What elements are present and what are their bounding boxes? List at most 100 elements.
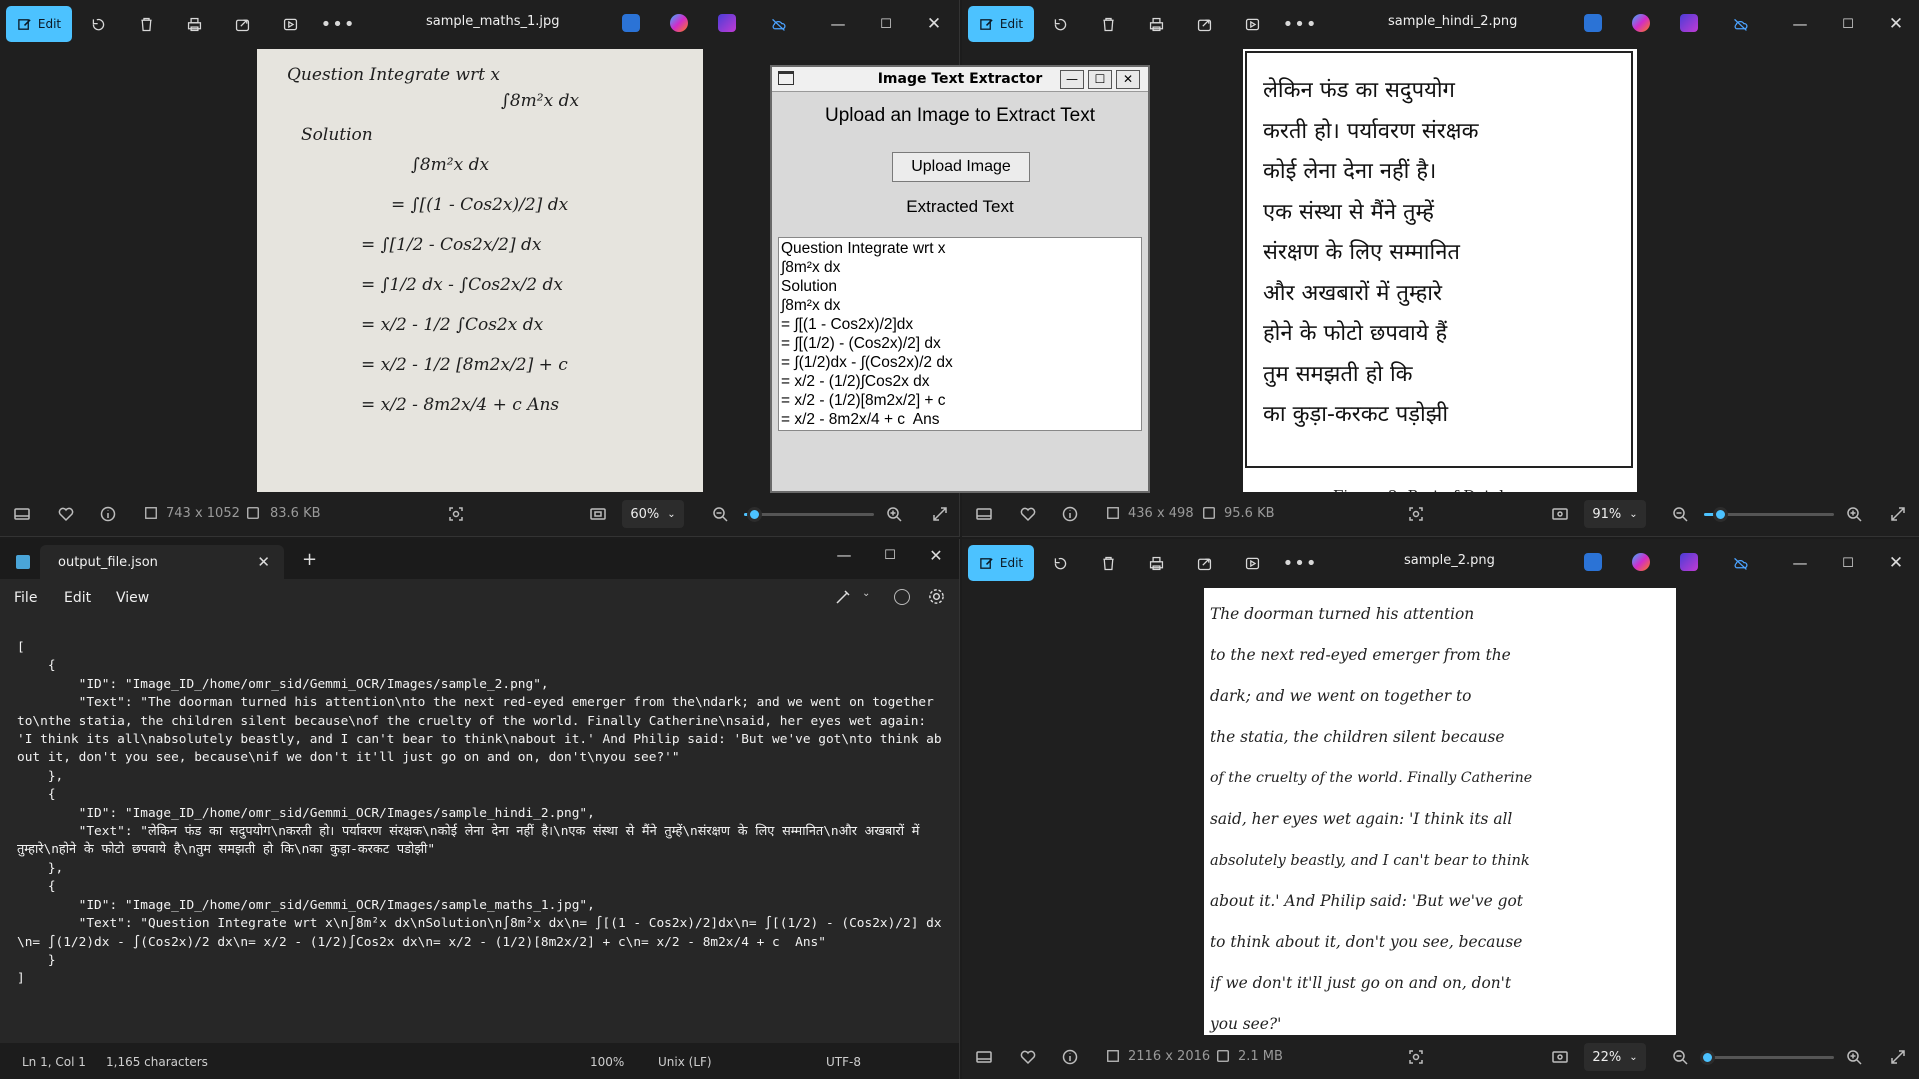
close-button[interactable]: ✕ [924,543,948,567]
visual-search-icon[interactable] [448,506,464,526]
chevron-down-icon[interactable]: ⌄ [862,588,870,599]
print-icon[interactable] [1144,551,1168,575]
designer-app-icon[interactable] [1632,14,1650,32]
info-icon[interactable] [100,506,116,526]
onedrive-off-icon[interactable] [1728,12,1752,36]
menu-view[interactable]: View [116,590,149,606]
maximize-button[interactable]: ☐ [1088,70,1112,89]
slideshow-icon[interactable] [1240,12,1264,36]
photos-window-sample2: Edit ••• sample_2.png — ☐ ✕ The doorman … [962,539,1919,1079]
zoom-slider[interactable] [1699,1050,1834,1065]
onedrive-off-icon[interactable] [766,12,790,36]
favorite-icon[interactable] [58,506,74,526]
upload-image-button[interactable]: Upload Image [892,152,1030,182]
more-icon[interactable]: ••• [1283,551,1317,575]
zoom-select[interactable]: 60% ⌄ [622,500,684,528]
clipchamp-app-icon[interactable] [718,14,736,32]
close-button[interactable]: ✕ [1884,551,1908,575]
favorite-icon[interactable] [1020,1049,1036,1069]
visual-search-icon[interactable] [1408,506,1424,526]
copilot-rewrite-icon[interactable] [834,588,852,610]
line-ending[interactable]: Unix (LF) [658,1055,712,1069]
zoom-out-icon[interactable] [712,506,728,526]
favorite-icon[interactable] [1020,506,1036,526]
close-button[interactable]: ✕ [1116,70,1140,89]
clipchamp-app-icon[interactable] [1680,14,1698,32]
menu-edit[interactable]: Edit [64,590,91,606]
zoom-slider[interactable] [744,507,874,522]
fullscreen-icon[interactable] [1890,1049,1906,1069]
photos-status-bar: 2116 x 2016 2.1 MB 22% ⌄ [962,1035,1919,1079]
zoom-level[interactable]: 100% [590,1055,624,1069]
editor-app-icon[interactable] [1584,553,1602,571]
print-icon[interactable] [182,12,206,36]
visual-search-icon[interactable] [1408,1049,1424,1069]
image-line: कोई लेना देना नहीं है। [1263,159,1437,184]
zoom-in-icon[interactable] [1846,1049,1862,1069]
clipchamp-app-icon[interactable] [1680,553,1698,571]
zoom-select[interactable]: 22% ⌄ [1584,1043,1646,1071]
designer-app-icon[interactable] [670,14,688,32]
actual-size-icon[interactable] [1552,506,1568,526]
maximize-button[interactable]: ☐ [878,543,902,567]
new-tab-icon[interactable]: + [302,549,317,570]
tab-output-file[interactable]: output_file.json ✕ [40,545,284,579]
designer-app-icon[interactable] [1632,553,1650,571]
info-icon[interactable] [1062,506,1078,526]
settings-gear-icon[interactable] [928,588,945,609]
delete-icon[interactable] [134,12,158,36]
maximize-button[interactable]: ☐ [1836,12,1860,36]
close-tab-icon[interactable]: ✕ [257,553,270,571]
image-line: और अखबारों में तुम्हारे [1263,280,1442,306]
editor-app-icon[interactable] [622,14,640,32]
fit-icon[interactable] [590,506,606,526]
encoding[interactable]: UTF-8 [826,1055,861,1069]
share-icon[interactable] [230,12,254,36]
more-icon[interactable]: ••• [321,12,355,36]
zoom-select[interactable]: 91% ⌄ [1584,500,1646,528]
maximize-button[interactable]: ☐ [874,12,898,36]
print-icon[interactable] [1144,12,1168,36]
filmstrip-icon[interactable] [14,506,30,526]
notepad-text-area[interactable]: [ { "ID": "Image_ID_/home/omr_sid/Gemmi_… [0,617,959,1043]
maximize-button[interactable]: ☐ [1836,551,1860,575]
zoom-slider[interactable] [1704,507,1834,522]
filmstrip-icon[interactable] [976,1049,992,1069]
close-button[interactable]: ✕ [922,12,946,36]
rotate-icon[interactable] [86,12,110,36]
minimize-button[interactable]: — [1060,70,1084,89]
onedrive-off-icon[interactable] [1728,551,1752,575]
delete-icon[interactable] [1096,12,1120,36]
extracted-text-box[interactable]: Question Integrate wrt x ∫8m²x dx Soluti… [778,237,1142,431]
zoom-out-icon[interactable] [1672,1049,1688,1069]
zoom-in-icon[interactable] [886,506,902,526]
minimize-button[interactable]: — [1788,12,1812,36]
rotate-icon[interactable] [1048,12,1072,36]
fullscreen-icon[interactable] [1890,506,1906,526]
fullscreen-icon[interactable] [932,506,948,526]
editor-app-icon[interactable] [1584,14,1602,32]
minimize-button[interactable]: — [826,12,850,36]
account-icon[interactable] [894,589,910,605]
more-icon[interactable]: ••• [1283,12,1317,36]
edit-button[interactable]: Edit [968,545,1034,581]
share-icon[interactable] [1192,12,1216,36]
share-icon[interactable] [1192,551,1216,575]
filmstrip-icon[interactable] [976,506,992,526]
edit-label: Edit [37,17,62,31]
close-button[interactable]: ✕ [1884,12,1908,36]
slideshow-icon[interactable] [278,12,302,36]
minimize-button[interactable]: — [832,543,856,567]
info-icon[interactable] [1062,1049,1078,1069]
slideshow-icon[interactable] [1240,551,1264,575]
image-line: you see?' [1210,1015,1282,1033]
actual-size-icon[interactable] [1552,1049,1568,1069]
edit-button[interactable]: Edit [968,6,1034,42]
zoom-in-icon[interactable] [1846,506,1862,526]
rotate-icon[interactable] [1048,551,1072,575]
delete-icon[interactable] [1096,551,1120,575]
menu-file[interactable]: File [14,590,37,606]
minimize-button[interactable]: — [1788,551,1812,575]
zoom-out-icon[interactable] [1672,506,1688,526]
edit-button[interactable]: Edit [6,6,72,42]
